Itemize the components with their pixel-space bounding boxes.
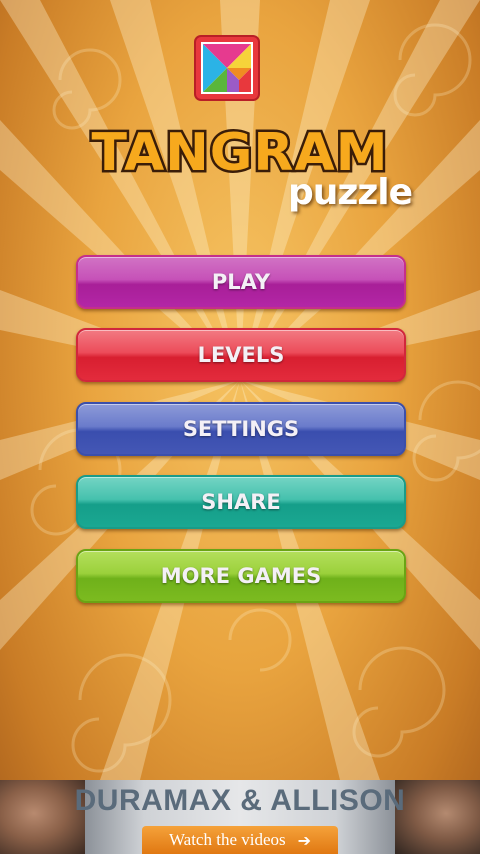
levels-button[interactable]: LEVELS — [76, 328, 406, 382]
settings-button[interactable]: SETTINGS — [76, 402, 406, 456]
ad-banner[interactable]: DURAMAX & ALLISON Watch the videos ➔ — [0, 780, 480, 854]
tangram-logo-icon — [194, 35, 260, 101]
play-button[interactable]: PLAY — [76, 255, 406, 309]
game-subtitle: puzzle — [288, 172, 413, 213]
background-swirls — [30, 23, 480, 773]
more-games-button[interactable]: MORE GAMES — [76, 549, 406, 603]
game-title: TANGRAM — [89, 121, 390, 181]
share-button[interactable]: SHARE — [76, 475, 406, 529]
ad-cta-label: Watch the videos — [168, 830, 286, 849]
ad-headline: DURAMAX & ALLISON — [74, 784, 406, 817]
ad-watch-videos-button[interactable]: Watch the videos ➔ — [142, 826, 338, 854]
main-menu-screen: TANGRAM puzzle PLAY LEVELS SETTINGS SHAR… — [0, 0, 480, 854]
arrow-right-icon: ➔ — [297, 830, 312, 850]
